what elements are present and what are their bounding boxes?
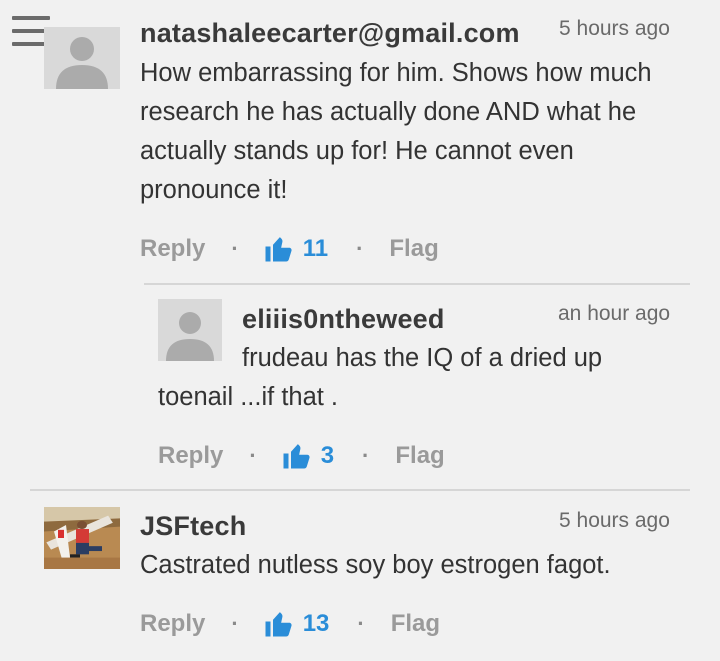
thumbs-up-icon [265, 237, 292, 262]
like-count: 3 [320, 442, 335, 469]
separator-dot: · [357, 611, 365, 636]
comment-text: frudeau has the IQ of a dried up toenail… [158, 344, 603, 411]
comment-username[interactable]: natashaleecarter@gmail.com [140, 18, 520, 49]
reply-button[interactable]: Reply [140, 235, 205, 263]
like-count: 13 [302, 610, 330, 637]
flag-button[interactable]: Flag [391, 610, 440, 638]
reply-button[interactable]: Reply [140, 610, 205, 638]
reply-divider [144, 283, 690, 285]
comment-text: Castrated nutless soy boy estrogen fagot… [140, 551, 611, 579]
reply-button[interactable]: Reply [158, 442, 223, 470]
thumbs-up-icon [265, 612, 292, 637]
separator-dot: · [249, 443, 257, 468]
like-button[interactable]: 3 [281, 441, 334, 471]
comment-timestamp[interactable]: an hour ago [558, 302, 670, 326]
comment-timestamp[interactable]: 5 hours ago [559, 17, 670, 41]
comment-actions: Reply · 3 · Flag [158, 436, 445, 476]
comment-divider [30, 489, 690, 491]
flag-button[interactable]: Flag [395, 442, 444, 470]
like-button[interactable]: 13 [263, 609, 330, 639]
like-count: 11 [302, 235, 329, 262]
comment-username[interactable]: JSFtech [140, 511, 246, 542]
comment-username[interactable]: eliiis0ntheweed [242, 304, 445, 335]
user-photo-avatar[interactable] [44, 507, 120, 569]
comment-actions: Reply · 11 · Flag [140, 229, 439, 269]
separator-dot: · [362, 443, 370, 468]
separator-dot: · [231, 611, 239, 636]
like-button[interactable]: 11 [263, 234, 328, 264]
comment-actions: Reply · 13 · Flag [140, 604, 440, 644]
comment-timestamp[interactable]: 5 hours ago [559, 509, 670, 533]
separator-dot: · [356, 236, 364, 261]
default-avatar-icon[interactable] [44, 27, 120, 89]
flag-button[interactable]: Flag [389, 235, 438, 263]
comment-text: How embarrassing for him. Shows how much… [140, 59, 652, 204]
thumbs-up-icon [283, 444, 310, 469]
separator-dot: · [231, 236, 239, 261]
